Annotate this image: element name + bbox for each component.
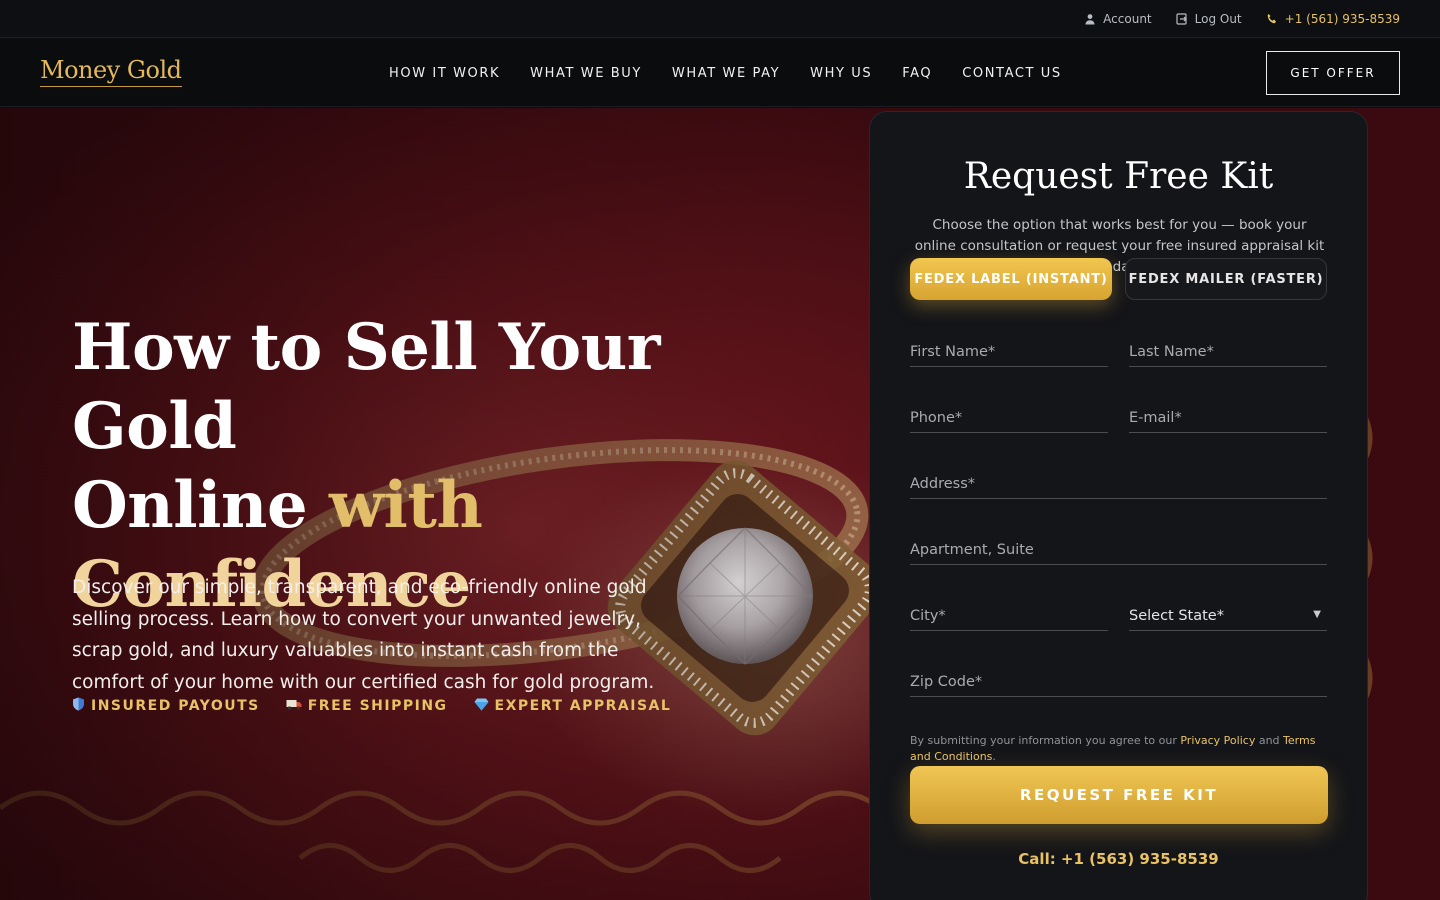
nav-what-we-buy[interactable]: WHAT WE BUY (530, 66, 642, 81)
request-kit-form: Request Free Kit Choose the option that … (869, 111, 1368, 900)
zip-field[interactable]: Zip Code* (910, 667, 1327, 697)
feature-free-shipping: FREE SHIPPING (286, 697, 448, 715)
utility-bar: Account Log Out +1 (561) 935-8539 (0, 0, 1440, 38)
headline-with: with (328, 468, 483, 543)
truck-icon (286, 698, 302, 714)
apartment-field[interactable]: Apartment, Suite (910, 535, 1327, 565)
legal-notice: By submitting your information you agree… (910, 733, 1330, 765)
legal-and: and (1255, 734, 1284, 747)
privacy-policy-link[interactable]: Privacy Policy (1180, 734, 1255, 747)
feature-label: FREE SHIPPING (307, 698, 448, 714)
first-name-field[interactable]: First Name* (910, 337, 1108, 367)
phone-link[interactable]: +1 (561) 935-8539 (1266, 12, 1400, 26)
phone-label: +1 (561) 935-8539 (1284, 12, 1400, 26)
account-link[interactable]: Account (1084, 12, 1152, 26)
nav-why-us[interactable]: WHY US (810, 66, 872, 81)
brand-logo[interactable]: Money Gold (40, 55, 182, 87)
nav-contact-us[interactable]: CONTACT US (962, 66, 1062, 81)
headline-line-1: How to Sell Your Gold (72, 310, 660, 464)
main-nav: Money Gold HOW IT WORK WHAT WE BUY WHAT … (0, 39, 1440, 107)
logout-label: Log Out (1194, 12, 1242, 26)
legal-prefix: By submitting your information you agree… (910, 734, 1181, 747)
form-title: Request Free Kit (963, 156, 1274, 197)
headline-online: Online (72, 468, 329, 543)
utility-links: Account Log Out +1 (561) 935-8539 (1084, 0, 1400, 38)
feature-expert-appraisal: EXPERT APPRAISAL (474, 697, 672, 715)
feature-insured-payouts: INSURED PAYOUTS (72, 697, 260, 715)
nav-menu: HOW IT WORK WHAT WE BUY WHAT WE PAY WHY … (389, 39, 1062, 107)
diamond-icon (474, 698, 489, 715)
address-field[interactable]: Address* (910, 469, 1327, 499)
legal-suffix: . (992, 750, 996, 763)
get-offer-button[interactable]: GET OFFER (1266, 51, 1400, 95)
headline-line-2: Online with (72, 466, 832, 545)
nav-what-we-pay[interactable]: WHAT WE PAY (672, 66, 780, 81)
tab-fedex-label[interactable]: FEDEX LABEL (INSTANT) (910, 258, 1112, 300)
feature-label: EXPERT APPRAISAL (494, 698, 672, 714)
tab-fedex-mailer[interactable]: FEDEX MAILER (FASTER) (1125, 258, 1327, 300)
city-field[interactable]: City* (910, 601, 1108, 631)
shield-icon (72, 697, 85, 715)
state-select-value: Select State* (1129, 607, 1224, 624)
phone-field[interactable]: Phone* (910, 403, 1108, 433)
last-name-field[interactable]: Last Name* (1129, 337, 1327, 367)
hero-features: INSURED PAYOUTS FREE SHIPPING EXPERT APP… (72, 697, 671, 715)
user-icon (1085, 14, 1095, 25)
request-kit-button[interactable]: REQUEST FREE KIT (910, 766, 1328, 824)
account-label: Account (1103, 12, 1152, 26)
phone-icon (1267, 14, 1276, 24)
hero-description: Discover our simple, transparent, and ec… (72, 577, 655, 693)
nav-faq[interactable]: FAQ (902, 66, 932, 81)
email-field[interactable]: E-mail* (1129, 403, 1327, 433)
call-phone-link[interactable]: Call: +1 (563) 935-8539 (870, 850, 1367, 868)
nav-how-it-work[interactable]: HOW IT WORK (389, 66, 500, 81)
logout-link[interactable]: Log Out (1176, 12, 1242, 26)
state-select[interactable]: Select State* ▼ (1129, 601, 1327, 631)
logout-icon (1176, 13, 1187, 25)
feature-label: INSURED PAYOUTS (91, 698, 260, 714)
chevron-down-icon: ▼ (1313, 609, 1321, 620)
